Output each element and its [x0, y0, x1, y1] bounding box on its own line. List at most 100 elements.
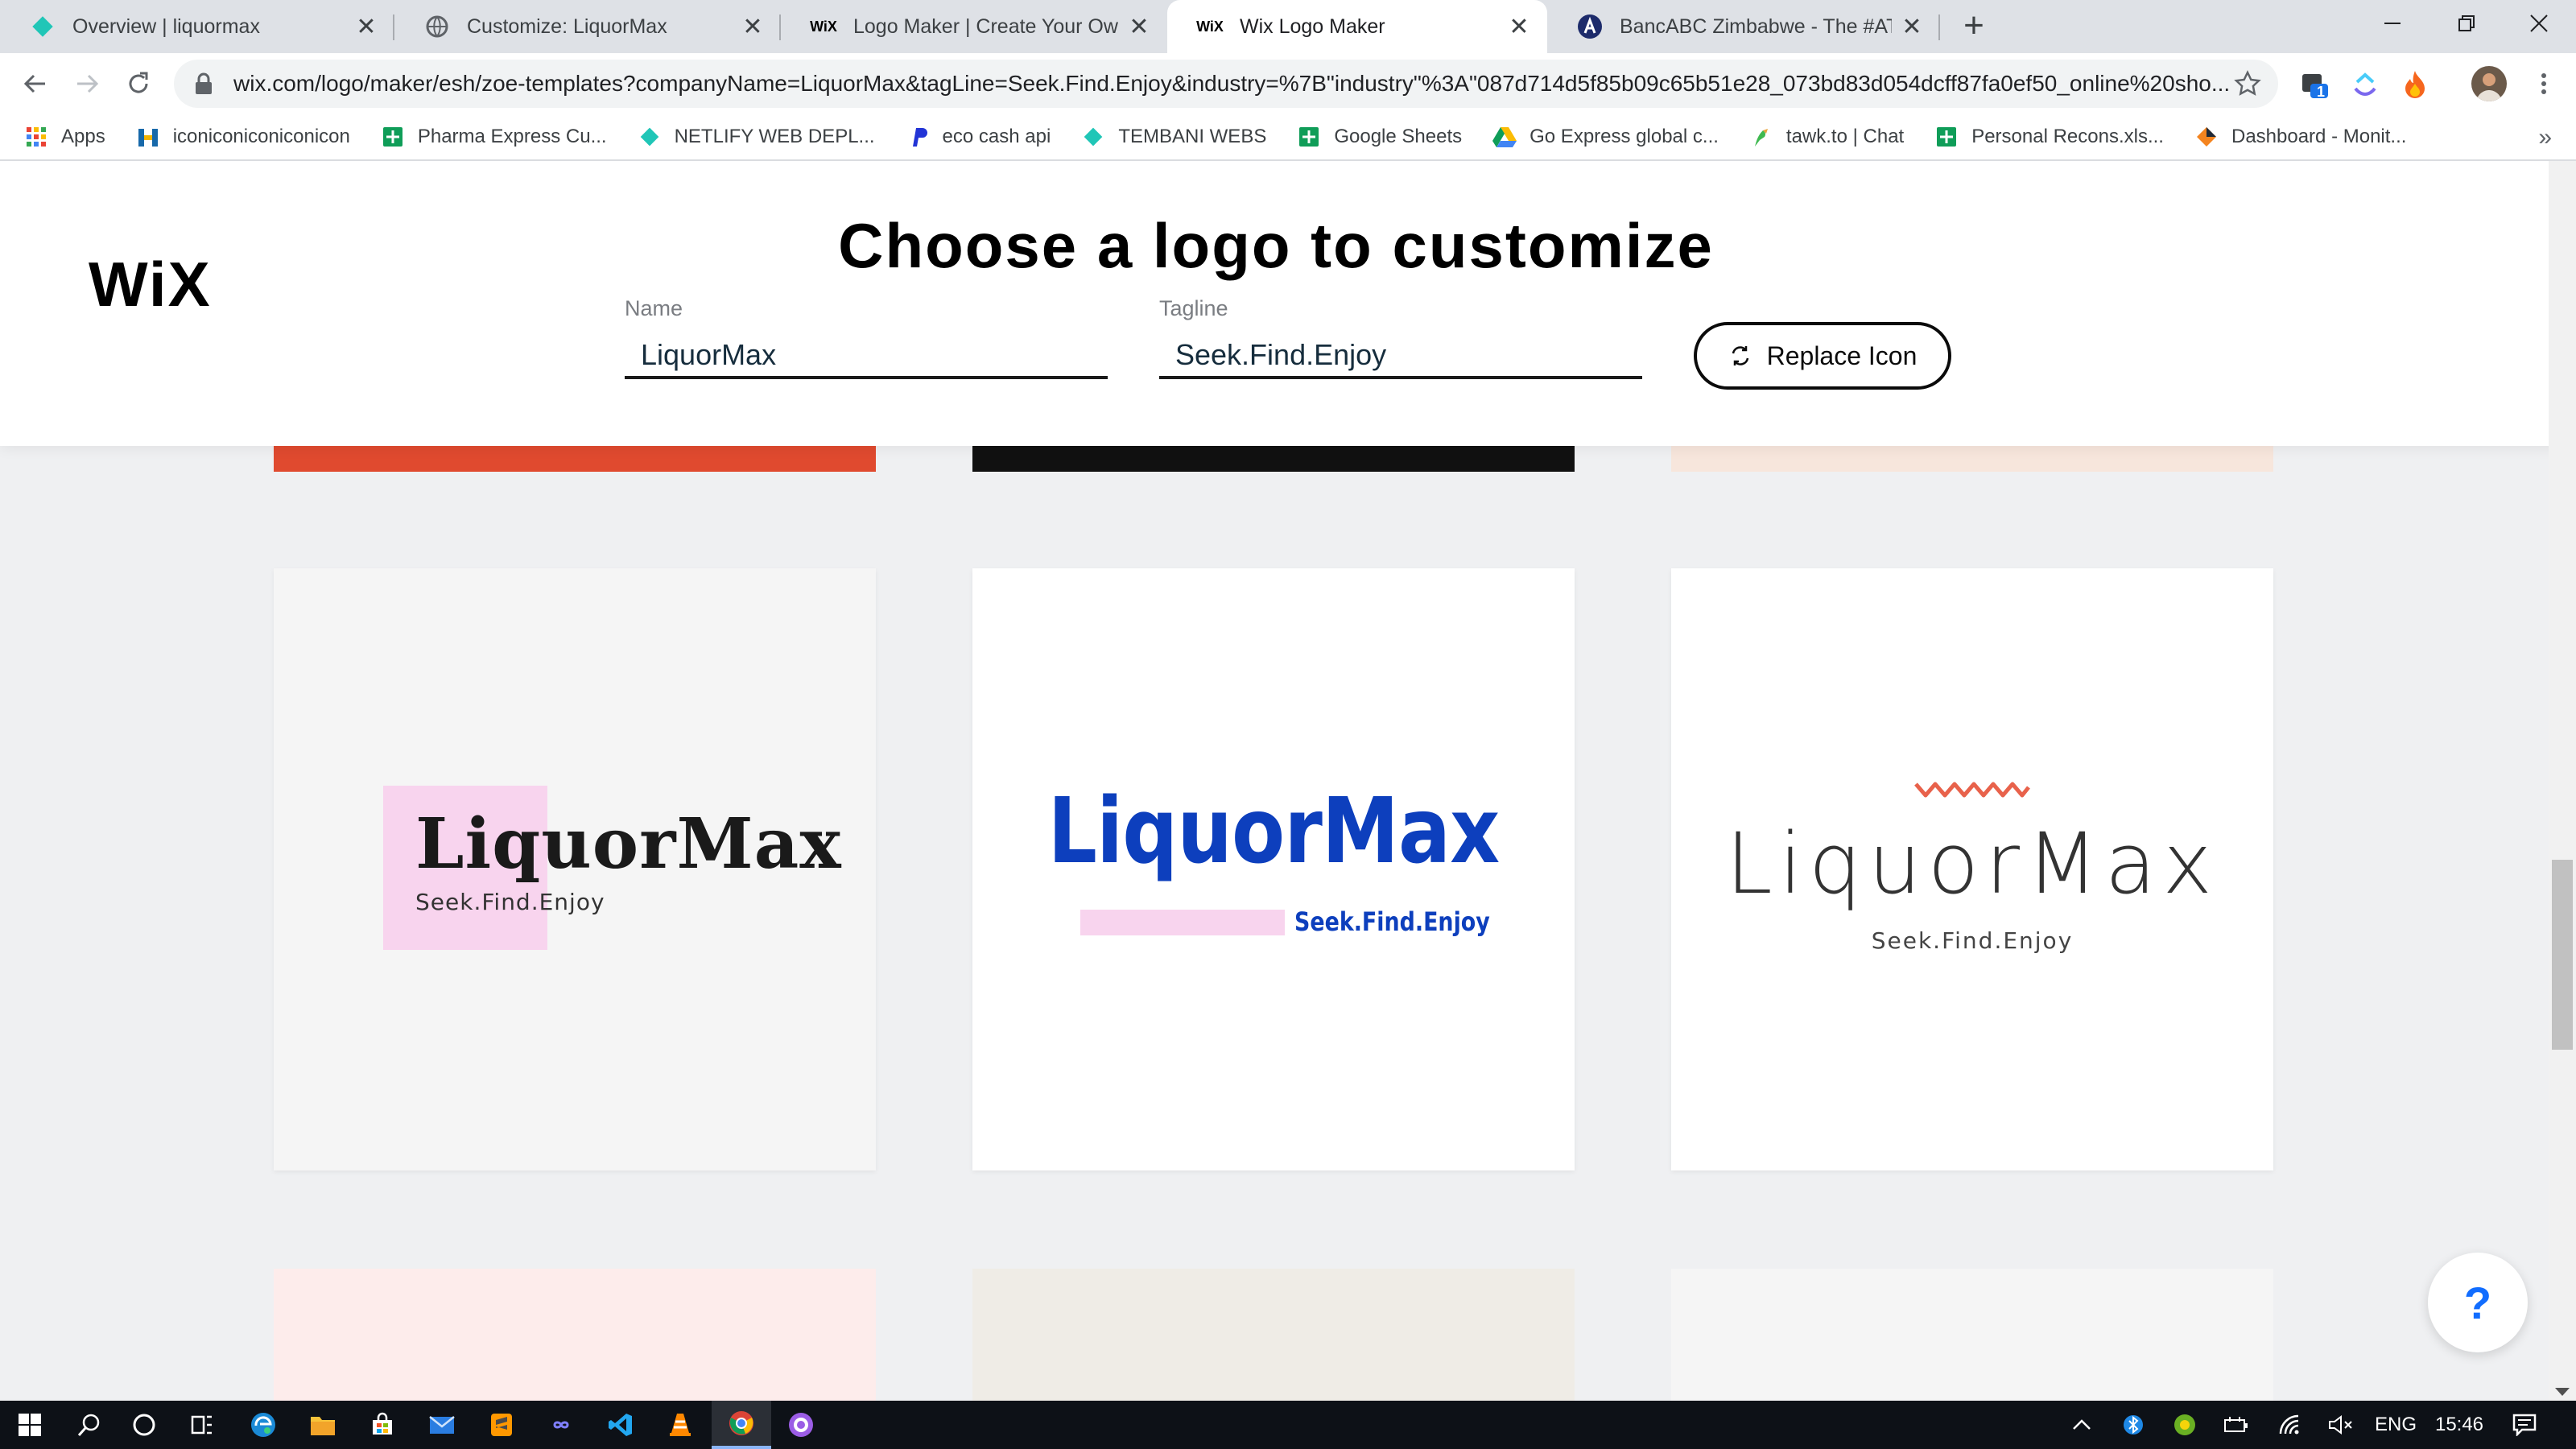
address-bar[interactable]: wix.com/logo/maker/esh/zoe-templates?com…: [174, 60, 2278, 108]
bookmarks-overflow-button[interactable]: »: [2538, 124, 2552, 151]
replace-icon-button[interactable]: Replace Icon: [1694, 322, 1951, 390]
logo-name: LiquorMax: [415, 803, 842, 885]
infinity-app-icon[interactable]: [531, 1401, 591, 1449]
netlify-diamond-icon: [29, 13, 56, 40]
forward-button[interactable]: [68, 64, 106, 103]
tab-logo-maker[interactable]: WiX Logo Maker | Create Your Own Fr ✕: [781, 0, 1167, 53]
page-content: WiX Choose a logo to customize Name Tagl…: [0, 161, 2576, 1401]
vscode-icon[interactable]: [591, 1401, 650, 1449]
windows-start-icon[interactable]: [0, 1401, 60, 1449]
close-icon[interactable]: ✕: [1900, 14, 1924, 40]
cortana-icon[interactable]: [114, 1401, 174, 1449]
name-input[interactable]: [625, 334, 1108, 379]
tab-title: BancABC Zimbabwe - The #ATea: [1620, 14, 1892, 38]
dashboard-icon: [2194, 125, 2219, 149]
tab-customize-liquormax[interactable]: Customize: LiquorMax ✕: [394, 0, 781, 53]
bookmark-label: eco cash api: [942, 126, 1051, 147]
logo-card-prev-red[interactable]: [274, 446, 876, 472]
close-icon[interactable]: ✕: [1507, 14, 1531, 40]
scrollbar-thumb[interactable]: [2552, 860, 2573, 1050]
bookmark-eco-cash-api[interactable]: eco cash api: [906, 125, 1051, 149]
logo-card-next-1[interactable]: [274, 1269, 876, 1401]
bookmark-google-sheets[interactable]: Google Sheets: [1297, 125, 1462, 149]
close-icon[interactable]: ✕: [741, 14, 765, 40]
tab-title: Logo Maker | Create Your Own Fr: [853, 14, 1119, 38]
logo-card-prev-peach[interactable]: [1671, 446, 2273, 472]
bluetooth-icon[interactable]: [2117, 1401, 2149, 1449]
clickup-extension-icon[interactable]: [2349, 68, 2381, 100]
close-window-button[interactable]: [2502, 0, 2576, 47]
bookmark-dashboard[interactable]: Dashboard - Monit...: [2194, 125, 2406, 149]
logo-card-1[interactable]: LiquorMax Seek.Find.Enjoy: [274, 568, 876, 1170]
profile-avatar[interactable]: [2471, 66, 2507, 101]
new-tab-button[interactable]: +: [1956, 8, 1992, 45]
url-text[interactable]: wix.com/logo/maker/esh/zoe-templates?com…: [233, 71, 2233, 97]
bookmark-pharma-express[interactable]: Pharma Express Cu...: [381, 125, 607, 149]
apps-grid-icon: [24, 125, 48, 149]
sheets-icon: [1934, 125, 1959, 149]
bookmark-label: Go Express global c...: [1530, 126, 1719, 147]
edge-icon[interactable]: [233, 1401, 293, 1449]
help-button[interactable]: ?: [2428, 1253, 2528, 1352]
bookmark-label: Pharma Express Cu...: [417, 126, 607, 147]
bookmark-label: Dashboard - Monit...: [2231, 126, 2407, 147]
volume-muted-icon[interactable]: [2325, 1401, 2357, 1449]
vlc-icon[interactable]: [650, 1401, 710, 1449]
store-icon[interactable]: [353, 1401, 412, 1449]
tab-overview-liquormax[interactable]: Overview | liquormax ✕: [0, 0, 394, 53]
tagline-input[interactable]: [1159, 334, 1642, 379]
purple-app-icon[interactable]: [771, 1401, 831, 1449]
sheets-icon: [1297, 125, 1321, 149]
fire-extension-icon[interactable]: [2399, 68, 2431, 100]
bookmark-personal-recons[interactable]: Personal Recons.xls...: [1934, 125, 2164, 149]
chrome-taskbar-icon[interactable]: [712, 1401, 771, 1449]
chevron-up-icon[interactable]: [2066, 1401, 2098, 1449]
page-title: Choose a logo to customize: [0, 209, 2576, 283]
bookmark-tembani-webs[interactable]: TEMBANI WEBS: [1081, 125, 1266, 149]
tab-wix-logo-maker[interactable]: WiX Wix Logo Maker ✕: [1167, 0, 1547, 53]
bookmark-go-express[interactable]: Go Express global c...: [1492, 125, 1719, 149]
tawk-icon: [1749, 125, 1773, 149]
close-icon[interactable]: ✕: [1127, 14, 1151, 40]
battery-icon[interactable]: [2220, 1401, 2252, 1449]
bookmark-iconify[interactable]: iconiconiconiconicon: [136, 125, 350, 149]
drive-icon: [1492, 125, 1517, 149]
back-button[interactable]: [16, 64, 55, 103]
bookmark-tawk-to[interactable]: tawk.to | Chat: [1749, 125, 1904, 149]
logo-card-2[interactable]: LiquorMax Seek.Find.Enjoy: [972, 568, 1575, 1170]
reload-button[interactable]: [119, 64, 158, 103]
restore-button[interactable]: [2429, 0, 2504, 47]
bookmark-label: Apps: [61, 126, 105, 147]
scrollbar[interactable]: [2549, 161, 2576, 1401]
logo-card-3[interactable]: LiquorMax Seek.Find.Enjoy: [1671, 568, 2273, 1170]
scroll-down-arrow-icon[interactable]: [2555, 1388, 2570, 1396]
logo-card-next-3[interactable]: [1671, 1269, 2273, 1401]
logo-tagline: Seek.Find.Enjoy: [1294, 906, 1490, 937]
logo-card-prev-black[interactable]: [972, 446, 1575, 472]
minimize-button[interactable]: [2355, 0, 2429, 47]
tagline-field: Tagline: [1159, 296, 1642, 379]
notifications-icon[interactable]: [2508, 1401, 2541, 1449]
task-view-icon[interactable]: [172, 1401, 232, 1449]
file-explorer-icon[interactable]: [293, 1401, 353, 1449]
sublime-text-icon[interactable]: [472, 1401, 531, 1449]
bookmark-apps[interactable]: Apps: [24, 125, 105, 149]
bookmark-star-icon[interactable]: [2233, 69, 2262, 98]
extension-icon[interactable]: 1: [2299, 68, 2331, 100]
tab-bancabc[interactable]: BancABC Zimbabwe - The #ATea ✕: [1547, 0, 1940, 53]
clock[interactable]: 15:46: [2431, 1401, 2487, 1449]
mail-icon[interactable]: [412, 1401, 472, 1449]
close-icon[interactable]: ✕: [354, 14, 378, 40]
menu-icon[interactable]: [2528, 68, 2560, 100]
wifi-icon[interactable]: [2275, 1401, 2307, 1449]
search-icon[interactable]: [60, 1401, 119, 1449]
tab-title: Wix Logo Maker: [1240, 14, 1385, 38]
logo-tagline: Seek.Find.Enjoy: [415, 889, 605, 915]
lock-icon: [196, 72, 212, 94]
green-tray-app-icon[interactable]: [2169, 1401, 2201, 1449]
logo-card-next-2[interactable]: [972, 1269, 1575, 1401]
bookmark-netlify-web-deploy[interactable]: NETLIFY WEB DEPL...: [638, 125, 875, 149]
language-indicator[interactable]: ENG: [2372, 1401, 2420, 1449]
bookmark-label: Personal Recons.xls...: [1971, 126, 2164, 147]
paypal-icon: [906, 125, 930, 149]
